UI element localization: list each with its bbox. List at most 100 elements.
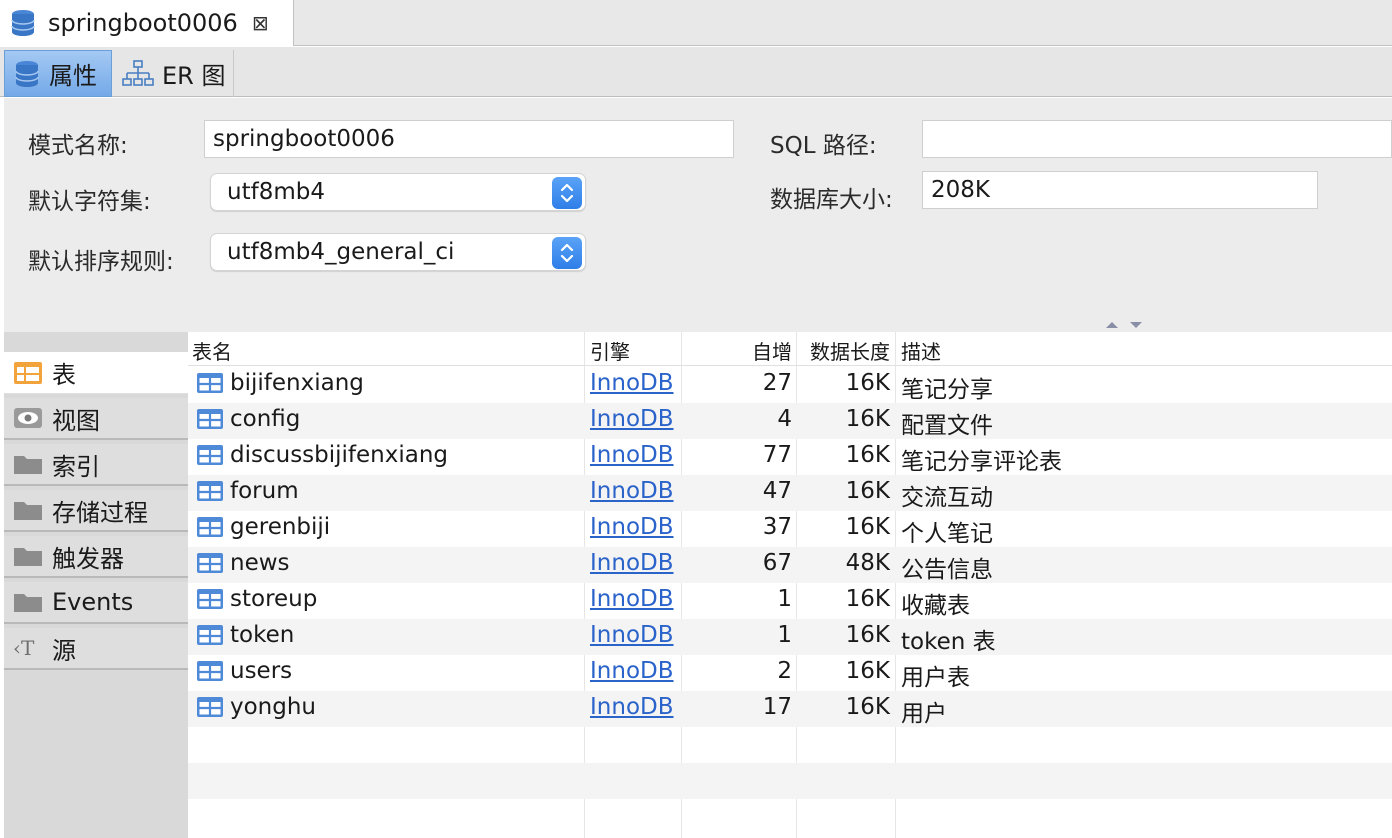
table-row[interactable]: bijifenxiang InnoDB 27 16K 笔记分享 xyxy=(188,367,1392,403)
table-name: bijifenxiang xyxy=(230,370,364,396)
object-nav-label: 视图 xyxy=(52,406,100,435)
table-name-cell: gerenbiji xyxy=(196,514,330,540)
table-name: storeup xyxy=(230,586,318,612)
folder-icon xyxy=(12,544,44,568)
select-stepper-icon xyxy=(552,237,582,269)
engine-link[interactable]: InnoDB xyxy=(590,586,674,612)
table-name-cell: storeup xyxy=(196,586,317,612)
object-nav-label: 存储过程 xyxy=(52,498,148,527)
auto-increment-value: 47 xyxy=(762,478,792,504)
auto-increment-value: 77 xyxy=(762,442,792,468)
table-name-cell: bijifenxiang xyxy=(196,370,364,396)
auto-increment-value: 17 xyxy=(762,694,792,720)
auto-increment-value: 1 xyxy=(777,622,792,648)
object-nav-item-6[interactable]: ‹T 源 xyxy=(4,628,188,670)
table-row[interactable]: gerenbiji InnoDB 37 16K 个人笔记 xyxy=(188,511,1392,547)
table-row[interactable]: discussbijifenxiang InnoDB 77 16K 笔记分享评论表 xyxy=(188,439,1392,475)
source-icon: ‹T xyxy=(12,636,44,660)
comment-value: 用户 xyxy=(901,701,947,727)
data-length-value: 16K xyxy=(845,478,890,504)
object-nav-label: 索引 xyxy=(52,452,100,481)
object-nav-item-4[interactable]: 触发器 xyxy=(4,536,188,578)
table-name: discussbijifenxiang xyxy=(230,442,449,468)
schema-name-field[interactable]: springboot0006 xyxy=(204,120,734,158)
engine-link[interactable]: InnoDB xyxy=(590,658,674,684)
engine-link[interactable]: InnoDB xyxy=(590,550,674,576)
tab-properties[interactable]: 属性 xyxy=(4,50,112,97)
er-diagram-icon xyxy=(122,59,154,86)
header-auto-increment[interactable]: 自增 xyxy=(752,336,792,365)
table-row[interactable]: yonghu InnoDB 17 16K 用户 xyxy=(188,691,1392,727)
table-row[interactable]: token InnoDB 1 16K token 表 xyxy=(188,619,1392,655)
table-name-cell: news xyxy=(196,550,290,576)
table-icon xyxy=(197,373,223,393)
collation-select-value: utf8mb4_general_ci xyxy=(227,239,455,265)
charset-select[interactable]: utf8mb4 xyxy=(210,173,586,211)
editor-tab-springboot0006[interactable]: springboot0006 ⊠ xyxy=(0,0,294,46)
table-row[interactable]: users InnoDB 2 16K 用户表 xyxy=(188,655,1392,691)
engine-link[interactable]: InnoDB xyxy=(590,370,674,396)
auto-increment-value: 67 xyxy=(762,550,792,576)
folder-icon xyxy=(12,452,44,476)
comment-value: 用户表 xyxy=(901,665,970,691)
table-name: yonghu xyxy=(230,694,317,720)
comment-value: 收藏表 xyxy=(901,593,970,619)
engine-link[interactable]: InnoDB xyxy=(590,622,674,648)
table-icon xyxy=(197,409,223,429)
sql-path-field[interactable] xyxy=(922,120,1392,158)
tab-er-diagram[interactable]: ER 图 xyxy=(114,50,234,97)
collation-select[interactable]: utf8mb4_general_ci xyxy=(210,233,586,271)
data-length-value: 16K xyxy=(845,586,890,612)
database-icon xyxy=(15,60,39,87)
table-icon xyxy=(197,517,223,537)
schema-name-label: 模式名称: xyxy=(28,133,128,159)
table-row[interactable]: storeup InnoDB 1 16K 收藏表 xyxy=(188,583,1392,619)
table-row[interactable]: forum InnoDB 47 16K 交流互动 xyxy=(188,475,1392,511)
object-type-nav: 表视图索引存储过程触发器 Events ‹T 源 xyxy=(4,332,188,838)
object-nav-label: 触发器 xyxy=(52,544,124,573)
panel-collapse-icon[interactable] xyxy=(1104,318,1144,330)
data-length-value: 48K xyxy=(845,550,890,576)
auto-increment-value: 27 xyxy=(762,370,792,396)
object-nav-item-3[interactable]: 存储过程 xyxy=(4,490,188,532)
data-length-value: 16K xyxy=(845,370,890,396)
auto-increment-value: 1 xyxy=(777,586,792,612)
sql-path-label: SQL 路径: xyxy=(770,133,877,159)
table-row[interactable]: config InnoDB 4 16K 配置文件 xyxy=(188,403,1392,439)
header-engine[interactable]: 引擎 xyxy=(590,336,630,365)
table-name: news xyxy=(230,550,290,576)
header-table-name[interactable]: 表名 xyxy=(192,336,232,365)
grid-header: 表名 引擎 自增 数据长度 描述 xyxy=(188,332,1392,366)
object-nav-item-0[interactable]: 表 xyxy=(4,352,188,394)
data-length-value: 16K xyxy=(845,442,890,468)
object-nav-item-2[interactable]: 索引 xyxy=(4,444,188,486)
engine-link[interactable]: InnoDB xyxy=(590,514,674,540)
table-name-cell: config xyxy=(196,406,300,432)
db-size-field: 208K xyxy=(922,171,1318,209)
object-nav-label: 表 xyxy=(52,361,76,389)
engine-link[interactable]: InnoDB xyxy=(590,406,674,432)
header-comment[interactable]: 描述 xyxy=(901,336,941,365)
close-tab-icon[interactable]: ⊠ xyxy=(252,11,269,35)
object-nav-item-1[interactable]: 视图 xyxy=(4,398,188,440)
auto-increment-value: 2 xyxy=(777,658,792,684)
database-icon xyxy=(11,10,35,36)
data-length-value: 16K xyxy=(845,694,890,720)
data-length-value: 16K xyxy=(845,514,890,540)
table-name: gerenbiji xyxy=(230,514,331,540)
charset-select-value: utf8mb4 xyxy=(227,179,325,205)
table-name-cell: token xyxy=(196,622,294,648)
table-row[interactable]: news InnoDB 67 48K 公告信息 xyxy=(188,547,1392,583)
subtab-bar: 属性 ER 图 xyxy=(0,47,1392,97)
table-icon xyxy=(197,553,223,573)
engine-link[interactable]: InnoDB xyxy=(590,478,674,504)
object-nav-label: Events xyxy=(52,588,134,616)
tab-er-label: ER 图 xyxy=(162,62,226,90)
engine-link[interactable]: InnoDB xyxy=(590,442,674,468)
table-name: config xyxy=(230,406,301,432)
header-data-length[interactable]: 数据长度 xyxy=(810,336,890,365)
object-nav-item-5[interactable]: Events xyxy=(4,582,188,624)
engine-link[interactable]: InnoDB xyxy=(590,694,674,720)
comment-value: 个人笔记 xyxy=(901,521,993,547)
comment-value: 笔记分享 xyxy=(901,377,993,403)
